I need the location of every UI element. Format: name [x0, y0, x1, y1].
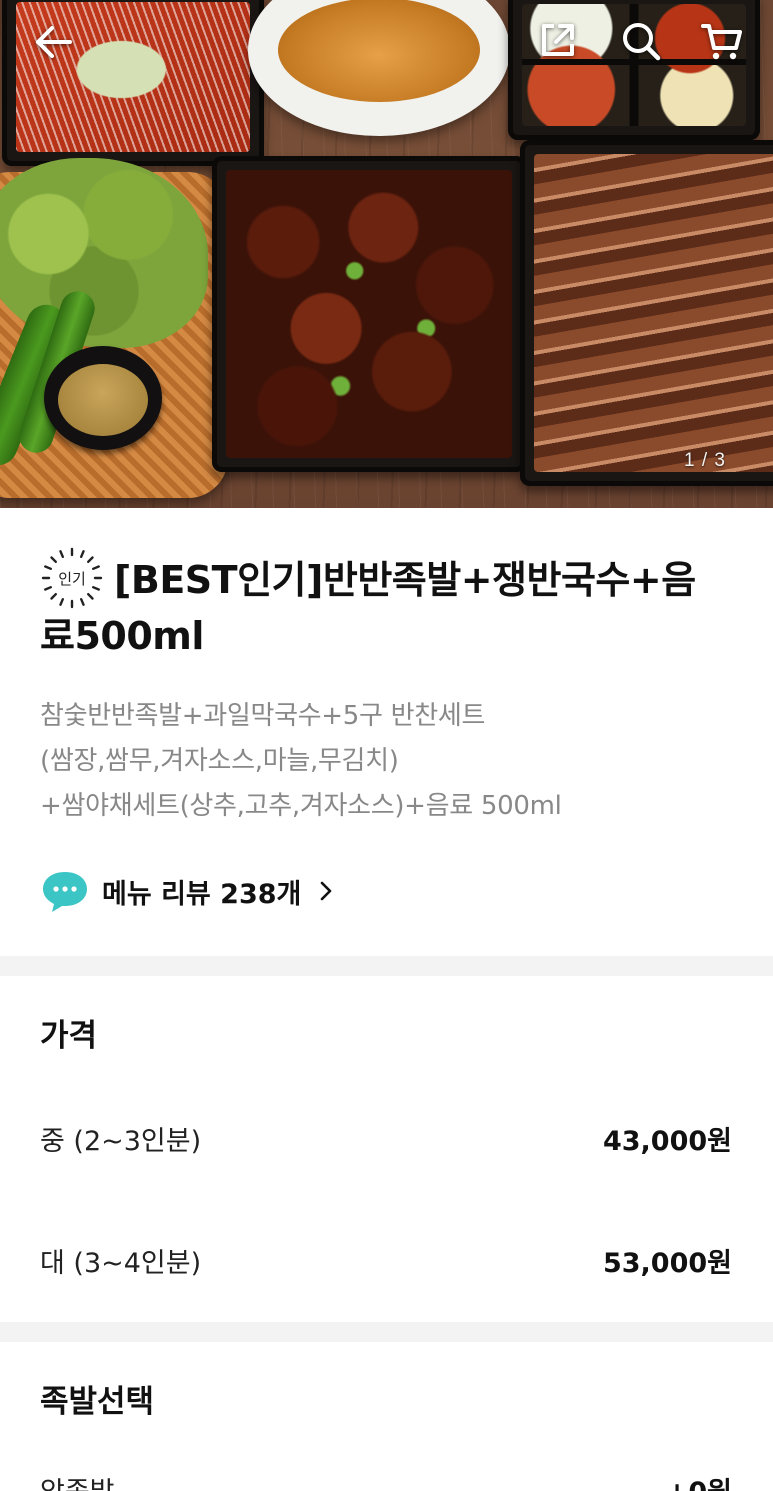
photo-tray-right [520, 140, 773, 486]
review-count-label: 메뉴 리뷰 238개 [102, 878, 302, 910]
price-section-title: 가격 [40, 1018, 98, 1054]
chevron-right-icon [315, 880, 337, 902]
arrow-left-icon[interactable] [30, 22, 74, 62]
description-line: 참숯반반족발+과일막국수+5구 반찬세트 [40, 701, 486, 731]
price-option-value: 43,000원 [602, 1125, 732, 1157]
product-title: [BEST인기]반반족발+쟁반국수+음료500ml [40, 558, 696, 658]
option-price: +0원 [666, 1470, 732, 1491]
photo-sauce-cup [44, 346, 162, 450]
product-photo[interactable]: 1 / 3 [0, 0, 773, 508]
search-icon[interactable] [620, 20, 662, 62]
photo-soup-bowl [248, 0, 510, 136]
menu-review-link[interactable]: 메뉴 리뷰 238개 [40, 866, 337, 916]
option-section-title: 족발선택 [40, 1384, 155, 1420]
section-divider [0, 956, 773, 976]
option-name: 앞족발 [40, 1470, 115, 1491]
price-option-name: 대 (3~4인분) [40, 1247, 202, 1279]
chat-bubble-icon [40, 868, 90, 914]
cart-icon[interactable] [700, 20, 744, 62]
price-option-name: 중 (2~3인분) [40, 1125, 202, 1157]
gallery-pager: 1 / 3 [684, 450, 726, 471]
product-description: 참숯반반족발+과일막국수+5구 반찬세트 (쌈장,쌈무,겨자소스,마늘,무김치)… [40, 694, 730, 829]
price-option-row[interactable]: 중 (2~3인분) 43,000원 [40, 1118, 732, 1158]
price-option-row[interactable]: 대 (3~4인분) 53,000원 [40, 1240, 732, 1280]
option-row[interactable]: 앞족발 +0원 [40, 1470, 732, 1491]
price-option-value: 53,000원 [602, 1247, 732, 1279]
description-line: (쌈장,쌈무,겨자소스,마늘,무김치) [40, 746, 399, 776]
share-icon[interactable] [538, 20, 578, 60]
section-divider [0, 1322, 773, 1342]
photo-tray-center [212, 156, 526, 472]
description-line: +쌈야채세트(상추,고추,겨자소스)+음료 500ml [40, 791, 562, 821]
